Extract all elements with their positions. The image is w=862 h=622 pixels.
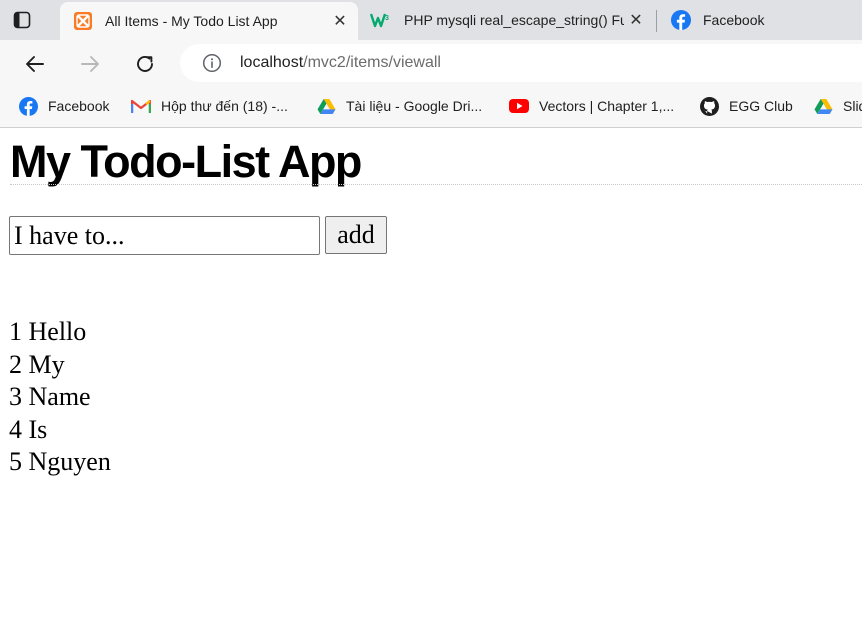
page-content: My Todo-List App add 1 Hello 2 My 3 Name…: [0, 129, 862, 622]
bookmark-label: Slides: [843, 98, 862, 114]
item-id: 2: [9, 349, 22, 379]
list-item: 2 My: [9, 349, 111, 382]
site-info-icon[interactable]: [202, 53, 222, 73]
title-divider: [10, 184, 862, 185]
list-item: 1 Hello: [9, 316, 111, 349]
svg-text:3: 3: [385, 15, 389, 22]
url-text: localhost/mvc2/items/viewall: [240, 54, 441, 72]
item-text: Is: [28, 414, 48, 444]
item-text: Name: [28, 382, 91, 411]
bookmark-slides[interactable]: Slides: [813, 95, 862, 117]
tab-php-mysqli[interactable]: 3 PHP mysqli real_escape_string() Functi…: [358, 0, 654, 40]
google-drive-icon: [316, 96, 336, 116]
todo-list: 1 Hello 2 My 3 Name 4 Is 5 Nguyen: [9, 316, 111, 479]
bookmark-label: Facebook: [48, 98, 110, 114]
gmail-icon: [131, 96, 151, 116]
tab-facebook[interactable]: Facebook: [658, 0, 862, 40]
close-icon[interactable]: ✕: [624, 8, 648, 32]
todo-input[interactable]: [9, 216, 320, 255]
tab-title: PHP mysqli real_escape_string() Function: [404, 12, 624, 28]
bookmark-label: Tài liệu - Google Dri...: [346, 98, 483, 114]
bookmark-youtube[interactable]: Vectors | Chapter 1,...: [509, 95, 674, 117]
add-button[interactable]: add: [325, 216, 387, 254]
facebook-icon: [18, 96, 38, 116]
bookmark-google-drive[interactable]: Tài liệu - Google Dri...: [316, 95, 482, 117]
url-host: localhost: [240, 54, 304, 71]
bookmark-label: Vectors | Chapter 1,...: [539, 98, 675, 114]
tab-separator: [656, 10, 657, 32]
tab-all-items[interactable]: All Items - My Todo List App ✕: [60, 2, 358, 40]
url-path: /mvc2/items/viewall: [303, 54, 441, 71]
bookmark-egg-club[interactable]: EGG Club: [699, 95, 793, 117]
page-title: My Todo-List App: [10, 136, 362, 187]
bookmark-label: EGG Club: [729, 98, 793, 114]
youtube-icon: [509, 96, 529, 116]
tab-title: All Items - My Todo List App: [105, 13, 278, 29]
item-id: 4: [9, 414, 22, 444]
list-item: 5 Nguyen: [9, 446, 111, 479]
bookmark-label: Hộp thư đến (18) -...: [161, 98, 288, 114]
list-item: 4 Is: [9, 414, 111, 447]
item-text: Hello: [28, 317, 87, 346]
xampp-icon: [73, 11, 93, 31]
github-icon: [699, 96, 719, 116]
bookmarks-bar: Facebook Hộp thư đến (18) -... Tài liệu …: [0, 86, 862, 128]
item-text: Nguyen: [28, 447, 111, 476]
list-item: 3 Name: [9, 381, 111, 414]
bookmark-facebook[interactable]: Facebook: [18, 95, 109, 117]
close-icon[interactable]: ✕: [328, 9, 352, 33]
browser-toolbar: localhost/mvc2/items/viewall: [0, 40, 862, 86]
facebook-icon: [671, 10, 691, 30]
address-bar[interactable]: localhost/mvc2/items/viewall: [180, 44, 862, 82]
item-id: 5: [9, 447, 22, 476]
tab-strip: All Items - My Todo List App ✕ 3 PHP mys…: [0, 0, 862, 40]
reload-icon[interactable]: [132, 51, 158, 77]
back-arrow-icon[interactable]: [22, 51, 48, 77]
google-drive-icon: [813, 96, 833, 116]
item-id: 3: [9, 382, 22, 411]
bookmark-gmail[interactable]: Hộp thư đến (18) -...: [131, 95, 288, 117]
sidebar-toggle-icon[interactable]: [12, 10, 32, 30]
forward-arrow-icon[interactable]: [77, 51, 103, 77]
w3schools-icon: 3: [370, 10, 390, 30]
item-id: 1: [9, 317, 22, 346]
tab-title: Facebook: [703, 12, 765, 28]
item-text: My: [28, 349, 65, 379]
